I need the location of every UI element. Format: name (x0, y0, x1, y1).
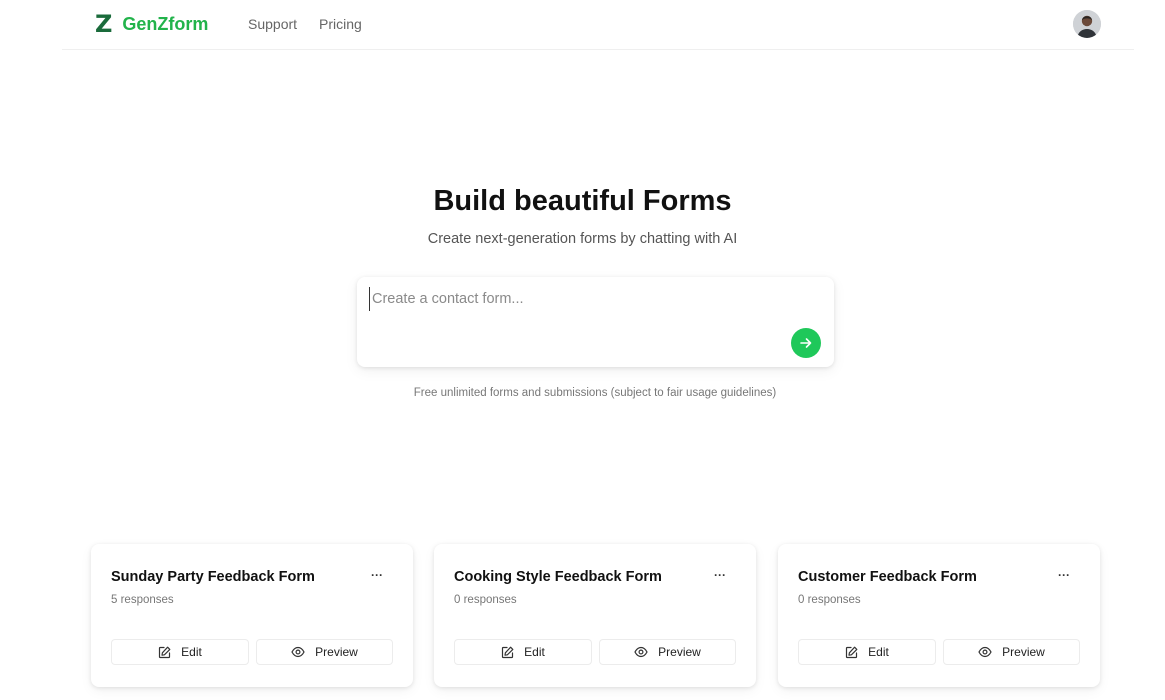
edit-icon (845, 646, 858, 659)
more-horizontal-icon: ··· (371, 568, 383, 582)
avatar-person-icon (1073, 10, 1101, 38)
logo-text: GenZform (122, 14, 209, 34)
edit-icon (158, 646, 171, 659)
nav-link-support[interactable]: Support (248, 15, 297, 33)
preview-button[interactable]: Preview (943, 639, 1080, 665)
edit-label: Edit (868, 645, 889, 659)
nav-link-pricing[interactable]: Pricing (319, 15, 362, 33)
arrow-right-icon (800, 338, 812, 348)
form-card-responses: 5 responses (111, 594, 174, 606)
prompt-box (357, 277, 834, 367)
form-card-responses: 0 responses (454, 594, 517, 606)
edit-label: Edit (181, 645, 202, 659)
more-horizontal-icon: ··· (1058, 568, 1070, 582)
page-title: Build beautiful Forms (433, 185, 732, 217)
more-horizontal-icon: ··· (714, 568, 726, 582)
edit-label: Edit (524, 645, 545, 659)
page-subtitle: Create next-generation forms by chatting… (427, 231, 738, 247)
eye-icon (634, 646, 648, 658)
preview-label: Preview (315, 645, 358, 659)
edit-icon (501, 646, 514, 659)
form-card-title: Customer Feedback Form (798, 569, 977, 585)
form-card-title: Cooking Style Feedback Form (454, 569, 662, 585)
top-nav: Z GenZform Support Pricing (62, 0, 1134, 50)
more-options-button[interactable]: ··· (708, 566, 732, 584)
form-card: Customer Feedback Form 0 responses ··· E… (778, 544, 1100, 687)
prompt-input[interactable] (369, 287, 789, 311)
edit-button[interactable]: Edit (111, 639, 249, 665)
eye-icon (291, 646, 305, 658)
send-button[interactable] (791, 328, 821, 358)
eye-icon (978, 646, 992, 658)
more-options-button[interactable]: ··· (365, 566, 389, 584)
user-avatar[interactable] (1073, 10, 1101, 38)
page: Z GenZform Support Pricing Build beautif… (0, 0, 1165, 700)
preview-button[interactable]: Preview (599, 639, 736, 665)
logo[interactable]: Z GenZform (95, 11, 208, 37)
preview-label: Preview (1002, 645, 1045, 659)
form-card: Sunday Party Feedback Form 5 responses ·… (91, 544, 413, 687)
form-card: Cooking Style Feedback Form 0 responses … (434, 544, 756, 687)
more-options-button[interactable]: ··· (1052, 566, 1076, 584)
edit-button[interactable]: Edit (798, 639, 936, 665)
preview-label: Preview (658, 645, 701, 659)
edit-button[interactable]: Edit (454, 639, 592, 665)
preview-button[interactable]: Preview (256, 639, 393, 665)
form-card-title: Sunday Party Feedback Form (111, 569, 315, 585)
logo-mark: Z (95, 10, 113, 38)
form-card-responses: 0 responses (798, 594, 861, 606)
usage-disclaimer: Free unlimited forms and submissions (su… (413, 387, 777, 399)
